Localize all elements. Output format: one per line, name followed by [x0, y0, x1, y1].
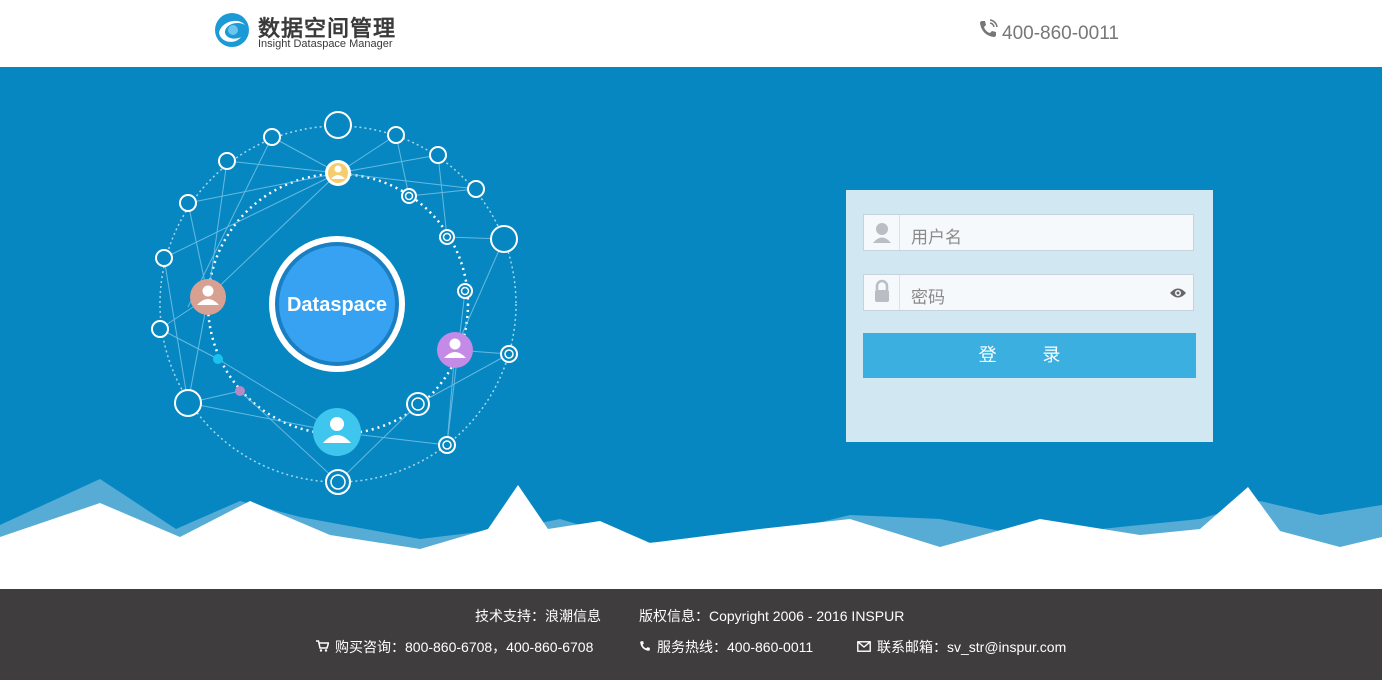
copyright-label: 版权信息：: [639, 608, 709, 624]
login-panel: 用户名 密码 登 录: [846, 190, 1213, 442]
username-field[interactable]: 用户名: [863, 214, 1194, 251]
purchase-label: 购买咨询：: [335, 639, 405, 655]
email-icon: [857, 639, 871, 655]
lock-icon: [864, 275, 900, 310]
phone-icon: [978, 19, 998, 45]
logo[interactable]: 数据空间管理 Insight Dataspace Manager: [213, 11, 413, 55]
hotline-label: 服务热线：: [657, 639, 727, 655]
password-placeholder: 密码: [911, 288, 945, 308]
tech-support-label: 技术支持：: [475, 608, 545, 624]
avatar-node-bottom: [313, 408, 361, 456]
contact-email: 联系邮箱：sv_str@inspur.com: [857, 637, 1066, 657]
logo-subtitle: Insight Dataspace Manager: [258, 38, 393, 50]
hero-banner: Dataspace 用户名 密码 登 录: [0, 67, 1382, 589]
tech-support: 技术支持：浪潮信息: [475, 606, 601, 626]
eye-icon[interactable]: [1169, 285, 1187, 299]
header-phone: 400-860-0011: [978, 19, 1119, 45]
login-button[interactable]: 登 录: [863, 333, 1196, 378]
password-field[interactable]: 密码: [863, 274, 1194, 311]
cart-icon: [316, 639, 330, 655]
email-value[interactable]: sv_str@inspur.com: [947, 639, 1066, 655]
purchase-value: 800-860-6708，400-860-6708: [405, 639, 594, 655]
avatar-node-left: [190, 279, 226, 315]
header: 数据空间管理 Insight Dataspace Manager 400-860…: [0, 0, 1382, 67]
user-icon: [864, 215, 900, 250]
phone-icon: [639, 639, 651, 655]
purchase-contact: 购买咨询：800-860-6708，400-860-6708: [316, 637, 593, 657]
email-label: 联系邮箱：: [877, 639, 947, 655]
service-hotline: 服务热线：400-860-0011: [639, 637, 813, 657]
footer: 技术支持：浪潮信息 版权信息：Copyright 2006 - 2016 INS…: [0, 589, 1382, 680]
username-placeholder: 用户名: [911, 228, 962, 248]
logo-icon: [215, 13, 249, 47]
avatar-node-right: [437, 332, 473, 368]
center-label: Dataspace: [287, 294, 387, 316]
network-graphic: Dataspace: [151, 111, 518, 495]
header-phone-number: 400-860-0011: [1002, 23, 1119, 44]
copyright: 版权信息：Copyright 2006 - 2016 INSPUR: [639, 606, 904, 626]
avatar-node-top: [325, 160, 351, 186]
hotline-value: 400-860-0011: [727, 639, 814, 655]
tech-support-value: 浪潮信息: [545, 608, 601, 624]
copyright-value: Copyright 2006 - 2016 INSPUR: [709, 608, 905, 624]
